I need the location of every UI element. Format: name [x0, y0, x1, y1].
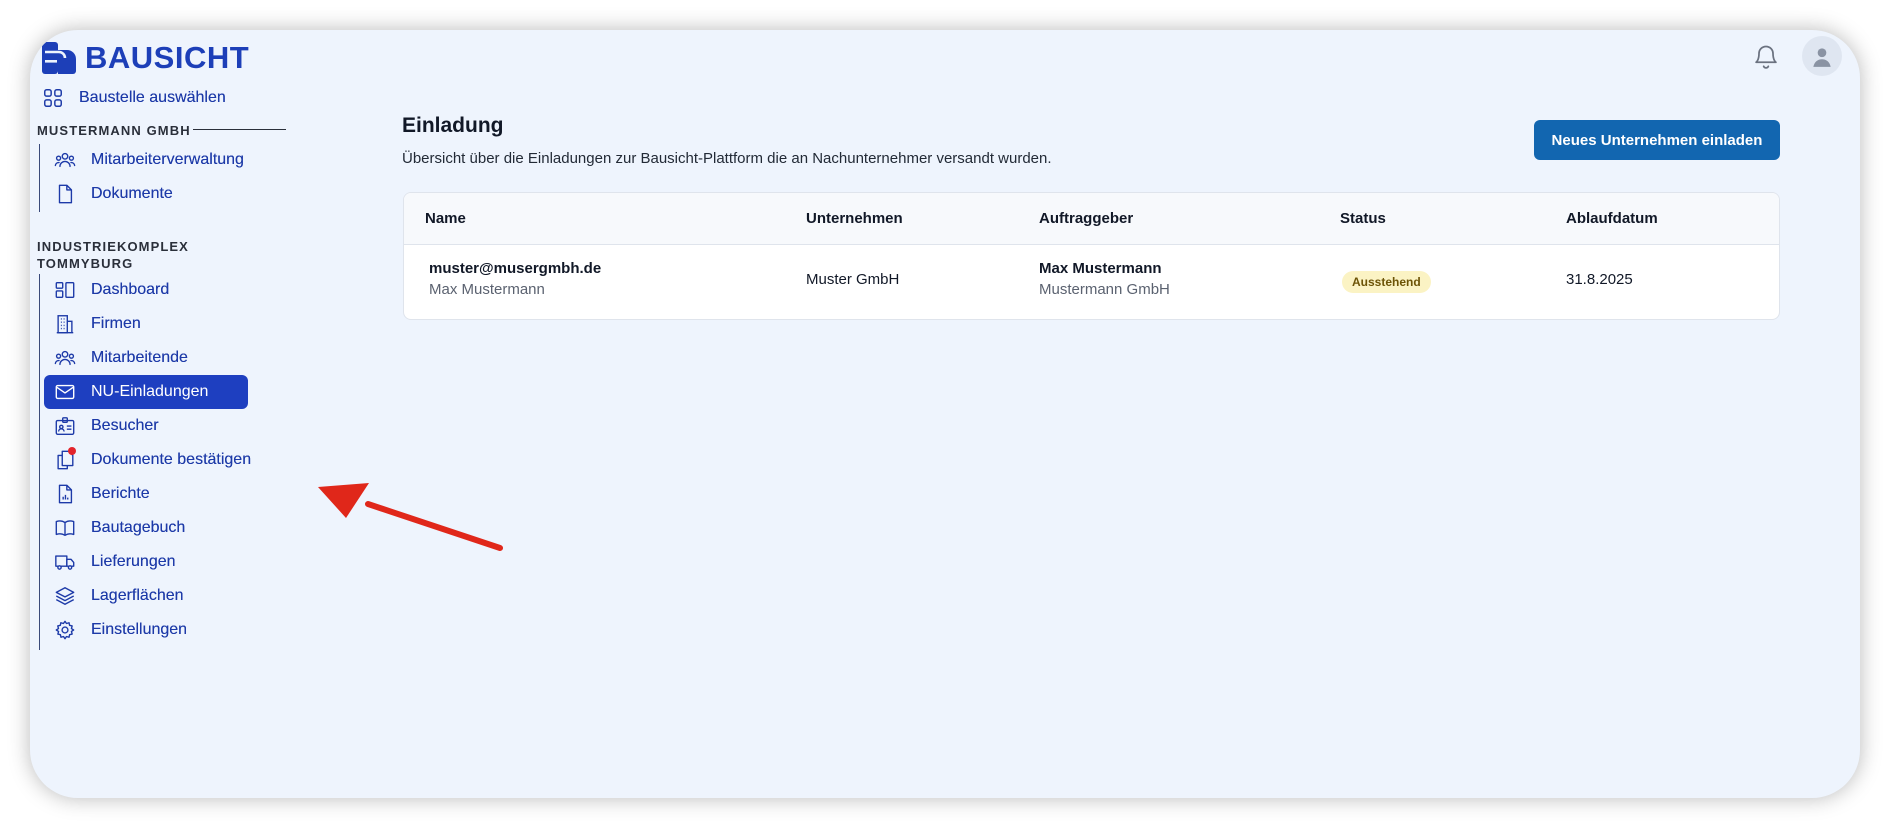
gear-icon — [53, 618, 77, 642]
site-nav-line — [39, 274, 40, 650]
invitations-table: Name Unternehmen Auftraggeber Status Abl… — [403, 192, 1780, 320]
layers-icon — [53, 584, 77, 608]
status-badge: Ausstehend — [1342, 271, 1431, 293]
book-icon — [53, 516, 77, 540]
table-header: Name Unternehmen Auftraggeber Status Abl… — [404, 193, 1779, 245]
sidebar-item-label: Einstellungen — [91, 621, 188, 638]
column-header-unternehmen[interactable]: Unternehmen — [806, 210, 903, 227]
header-actions — [1752, 36, 1842, 76]
sidebar-item-nu-einladungen[interactable]: NU-Einladungen — [44, 375, 248, 409]
sidebar-item-label: Dokumente — [91, 185, 173, 202]
sidebar-item-label: Mitarbeitende — [91, 349, 188, 366]
invite-company: Muster GmbH — [806, 271, 900, 288]
users-icon — [53, 346, 77, 370]
truck-icon — [53, 550, 77, 574]
company-section-divider — [193, 129, 286, 130]
invite-email: muster@musergmbh.de — [429, 260, 602, 277]
page-subtitle: Übersicht über die Einladungen zur Bausi… — [402, 150, 1052, 167]
column-header-auftraggeber[interactable]: Auftraggeber — [1039, 210, 1133, 227]
sidebar-item-label: Lagerflächen — [91, 587, 184, 604]
site-section-line1: INDUSTRIEKOMPLEX — [37, 239, 189, 254]
sidebar-item-label: Dokumente bestätigen — [91, 451, 252, 468]
expiry-date: 31.8.2025 — [1566, 271, 1633, 288]
user-icon — [1813, 48, 1831, 67]
report-icon — [53, 482, 77, 506]
sidebar-item-label: Bautagebuch — [91, 519, 186, 536]
column-header-ablaufdatum[interactable]: Ablaufdatum — [1566, 210, 1658, 227]
building-icon — [53, 312, 77, 336]
app-window: BAUSICHT Baustelle auswählen MUSTERMANN … — [30, 30, 1860, 798]
site-section-label: INDUSTRIEKOMPLEX TOMMYBURG — [37, 238, 189, 272]
sidebar-item-label: Berichte — [91, 485, 150, 502]
client-company: Mustermann GmbH — [1039, 281, 1170, 298]
dashboard-icon — [53, 278, 77, 302]
sidebar-item-label: Besucher — [91, 417, 159, 434]
id-card-icon — [53, 414, 77, 438]
envelope-icon — [53, 380, 77, 404]
sidebar-item-label: Lieferungen — [91, 553, 176, 570]
sidebar-item-dokumente[interactable]: Dokumente — [53, 174, 173, 214]
sidebar-item-mitarbeitende[interactable]: Mitarbeitende — [53, 338, 188, 378]
select-site-label: Baustelle auswählen — [79, 89, 226, 106]
grid-icon — [41, 86, 65, 110]
document-icon — [53, 182, 77, 206]
company-section-label: MUSTERMANN GMBH — [37, 123, 191, 138]
client-name: Max Mustermann — [1039, 260, 1162, 277]
sidebar-item-einstellungen[interactable]: Einstellungen — [53, 610, 187, 650]
select-site-link[interactable]: Baustelle auswählen — [41, 78, 226, 118]
sidebar-item-label: NU-Einladungen — [91, 383, 209, 400]
sidebar-item-label: Dashboard — [91, 281, 170, 298]
notification-dot — [68, 447, 76, 455]
column-header-status[interactable]: Status — [1340, 210, 1386, 227]
column-header-name[interactable]: Name — [425, 210, 466, 227]
user-avatar[interactable] — [1802, 36, 1842, 76]
page-title: Einladung — [402, 114, 504, 137]
sidebar-item-label: Mitarbeiterverwaltung — [91, 151, 244, 168]
bell-icon[interactable] — [1752, 43, 1780, 71]
users-icon — [53, 148, 77, 172]
company-nav-line — [39, 144, 40, 212]
invite-name: Max Mustermann — [429, 281, 545, 298]
sidebar: Baustelle auswählen MUSTERMANN GMBH Mita… — [30, 30, 300, 798]
sidebar-item-label: Firmen — [91, 315, 141, 332]
invite-company-button[interactable]: Neues Unternehmen einladen — [1534, 120, 1780, 160]
